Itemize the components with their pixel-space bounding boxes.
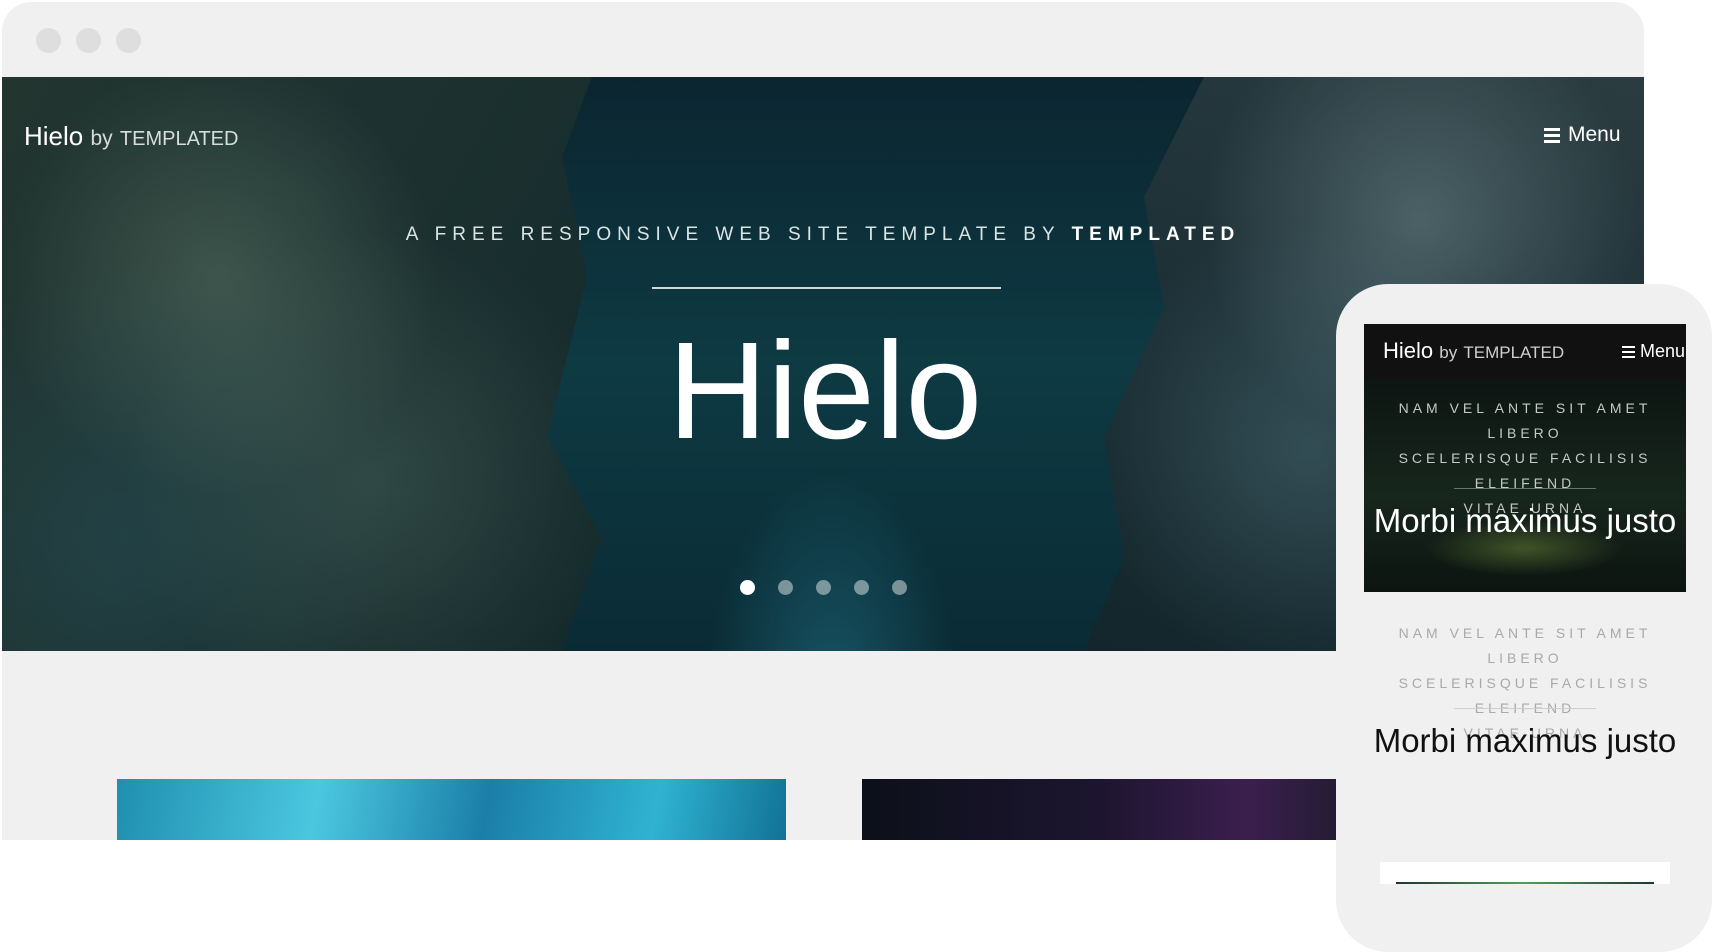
mobile-header: Hielo by TEMPLATED Menu xyxy=(1364,324,1686,378)
slider-dot-5[interactable] xyxy=(892,580,907,596)
slider-dot-2[interactable] xyxy=(778,580,793,596)
mobile-hero-title: Morbi maximus justo xyxy=(1373,502,1677,539)
menu-button[interactable]: Menu xyxy=(1544,123,1621,147)
mobile-hero-subtitle-line: NAM VEL ANTE SIT AMET LIBERO xyxy=(1398,400,1652,441)
window-maximize-dot-icon xyxy=(116,28,141,53)
logo-name: Hielo xyxy=(24,121,84,151)
hero-tagline-strong: TEMPLATED xyxy=(1071,224,1241,245)
mobile-menu-label: Menu xyxy=(1640,341,1686,361)
menu-label: Menu xyxy=(1568,123,1621,146)
mobile-section-subtitle-line: NAM VEL ANTE SIT AMET LIBERO xyxy=(1398,625,1652,666)
mobile-logo-by: by xyxy=(1439,343,1458,362)
slider-pagination xyxy=(740,579,930,599)
mobile-hero: NAM VEL ANTE SIT AMET LIBERO SCELERISQUE… xyxy=(1364,378,1686,592)
mobile-hero-divider xyxy=(1454,488,1596,489)
slider-dot-3[interactable] xyxy=(816,580,831,596)
mobile-section-subtitle-line: SCELERISQUE FACILISIS ELEIFEND xyxy=(1398,675,1652,716)
mobile-image-card[interactable] xyxy=(1380,862,1670,884)
hero-divider xyxy=(652,287,1001,289)
logo-by: by xyxy=(90,127,113,150)
mobile-section-title: Morbi maximus justo xyxy=(1373,722,1677,759)
hero-tagline-text: A FREE RESPONSIVE WEB SITE TEMPLATE BY xyxy=(405,224,1061,245)
browser-title-bar xyxy=(2,2,1644,77)
slider-dot-4[interactable] xyxy=(854,580,869,596)
hamburger-icon xyxy=(1544,125,1560,146)
mobile-content-section: NAM VEL ANTE SIT AMET LIBERO SCELERISQUE… xyxy=(1364,620,1686,840)
mobile-hamburger-icon xyxy=(1622,343,1635,361)
ice-cave-image-card[interactable] xyxy=(117,779,786,840)
slider-dot-1[interactable] xyxy=(740,580,755,596)
mobile-logo-name: Hielo xyxy=(1383,338,1434,363)
mobile-site-logo[interactable]: Hielo by TEMPLATED xyxy=(1383,338,1564,364)
window-close-dot-icon xyxy=(36,28,61,53)
mobile-device-frame: Hielo by TEMPLATED Menu NAM VEL ANTE SIT… xyxy=(1336,284,1712,952)
window-minimize-dot-icon xyxy=(76,28,101,53)
logo-templated: TEMPLATED xyxy=(119,128,239,150)
mobile-menu-button[interactable]: Menu xyxy=(1622,341,1685,362)
mobile-screen: Hielo by TEMPLATED Menu NAM VEL ANTE SIT… xyxy=(1364,324,1686,884)
hero-tagline: A FREE RESPONSIVE WEB SITE TEMPLATE BY T… xyxy=(2,224,1644,246)
mobile-card-image xyxy=(1396,882,1654,884)
mobile-section-divider xyxy=(1454,708,1596,709)
mobile-logo-templated: TEMPLATED xyxy=(1463,343,1565,362)
site-logo[interactable]: Hielo by TEMPLATED xyxy=(24,121,238,152)
night-sky-image-card[interactable] xyxy=(862,779,1342,840)
